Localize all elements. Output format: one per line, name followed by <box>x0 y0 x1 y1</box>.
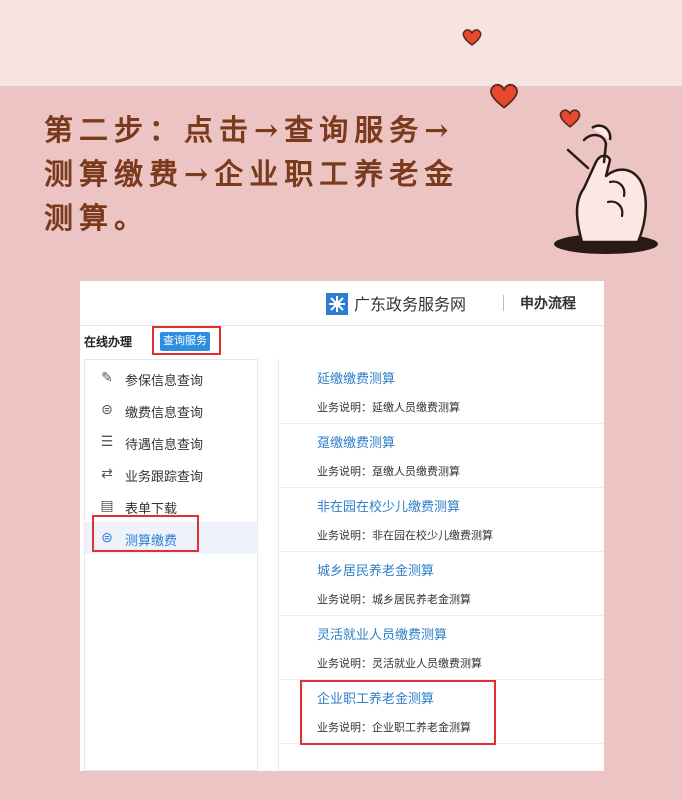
header-divider <box>503 295 504 311</box>
service-description: 业务说明：城乡居民养老金测算 <box>317 594 471 606</box>
service-link[interactable]: 非在园在校少儿缴费测算 <box>317 496 460 515</box>
heart-icon <box>462 29 482 46</box>
service-description: 业务说明：非在园在校少儿缴费测算 <box>317 530 493 542</box>
list-item: 趸缴缴费测算 业务说明：趸缴人员缴费测算 <box>279 423 604 488</box>
top-band <box>0 0 682 86</box>
instruction-heading: 第二步：点击→查询服务→测算缴费→企业职工养老金测算。 <box>44 113 460 235</box>
embedded-screenshot: 广东政务服务网 申办流程 在线办理 查询服务 ✎ 参保信息查询 ⊜ 缴费信息查询… <box>80 281 604 771</box>
sidebar-item-label: 待遇信息查询 <box>125 437 204 452</box>
service-description: 业务说明：延缴人员缴费测算 <box>317 402 460 414</box>
document-list-icon: ☰ <box>100 433 114 449</box>
service-link[interactable]: 灵活就业人员缴费测算 <box>317 624 447 643</box>
highlight-box <box>300 680 496 745</box>
form-icon: ▤ <box>100 497 114 513</box>
highlight-box <box>152 326 221 355</box>
highlight-box <box>92 515 199 552</box>
heart-icon <box>490 83 518 109</box>
sidebar: ✎ 参保信息查询 ⊜ 缴费信息查询 ☰ 待遇信息查询 ⇄ 业务跟踪查询 ▤ 表单… <box>84 359 258 771</box>
service-link[interactable]: 趸缴缴费测算 <box>317 432 395 451</box>
list-item: 城乡居民养老金测算 业务说明：城乡居民养老金测算 <box>279 551 604 616</box>
tracking-icon: ⇄ <box>101 465 113 481</box>
sidebar-item-label: 参保信息查询 <box>125 373 204 388</box>
service-link[interactable]: 延缴缴费测算 <box>317 368 395 387</box>
sidebar-item-tracking[interactable]: ⇄ 业务跟踪查询 <box>85 458 257 490</box>
service-description: 业务说明：趸缴人员缴费测算 <box>317 466 460 478</box>
payment-icon: ⊜ <box>101 401 113 417</box>
list-item: 延缴缴费测算 业务说明：延缴人员缴费测算 <box>279 359 604 424</box>
sidebar-item-benefit-info[interactable]: ☰ 待遇信息查询 <box>85 426 257 458</box>
site-header: 广东政务服务网 申办流程 <box>80 281 604 326</box>
service-link[interactable]: 城乡居民养老金测算 <box>317 560 434 579</box>
site-name: 广东政务服务网 <box>354 295 467 314</box>
finger-heart-hand-icon <box>554 124 658 254</box>
service-description: 业务说明：灵活就业人员缴费测算 <box>317 658 482 670</box>
online-service-label: 在线办理 <box>84 335 133 349</box>
process-link[interactable]: 申办流程 <box>520 293 576 313</box>
sidebar-item-label: 缴费信息查询 <box>125 405 204 420</box>
site-logo-icon <box>326 293 348 315</box>
list-item: 非在园在校少儿缴费测算 业务说明：非在园在校少儿缴费测算 <box>279 487 604 552</box>
sidebar-item-insurance-info[interactable]: ✎ 参保信息查询 <box>85 362 257 394</box>
list-item: 灵活就业人员缴费测算 业务说明：灵活就业人员缴费测算 <box>279 615 604 680</box>
document-edit-icon: ✎ <box>101 369 113 385</box>
sidebar-item-label: 业务跟踪查询 <box>125 469 204 484</box>
sidebar-item-payment-info[interactable]: ⊜ 缴费信息查询 <box>85 394 257 426</box>
